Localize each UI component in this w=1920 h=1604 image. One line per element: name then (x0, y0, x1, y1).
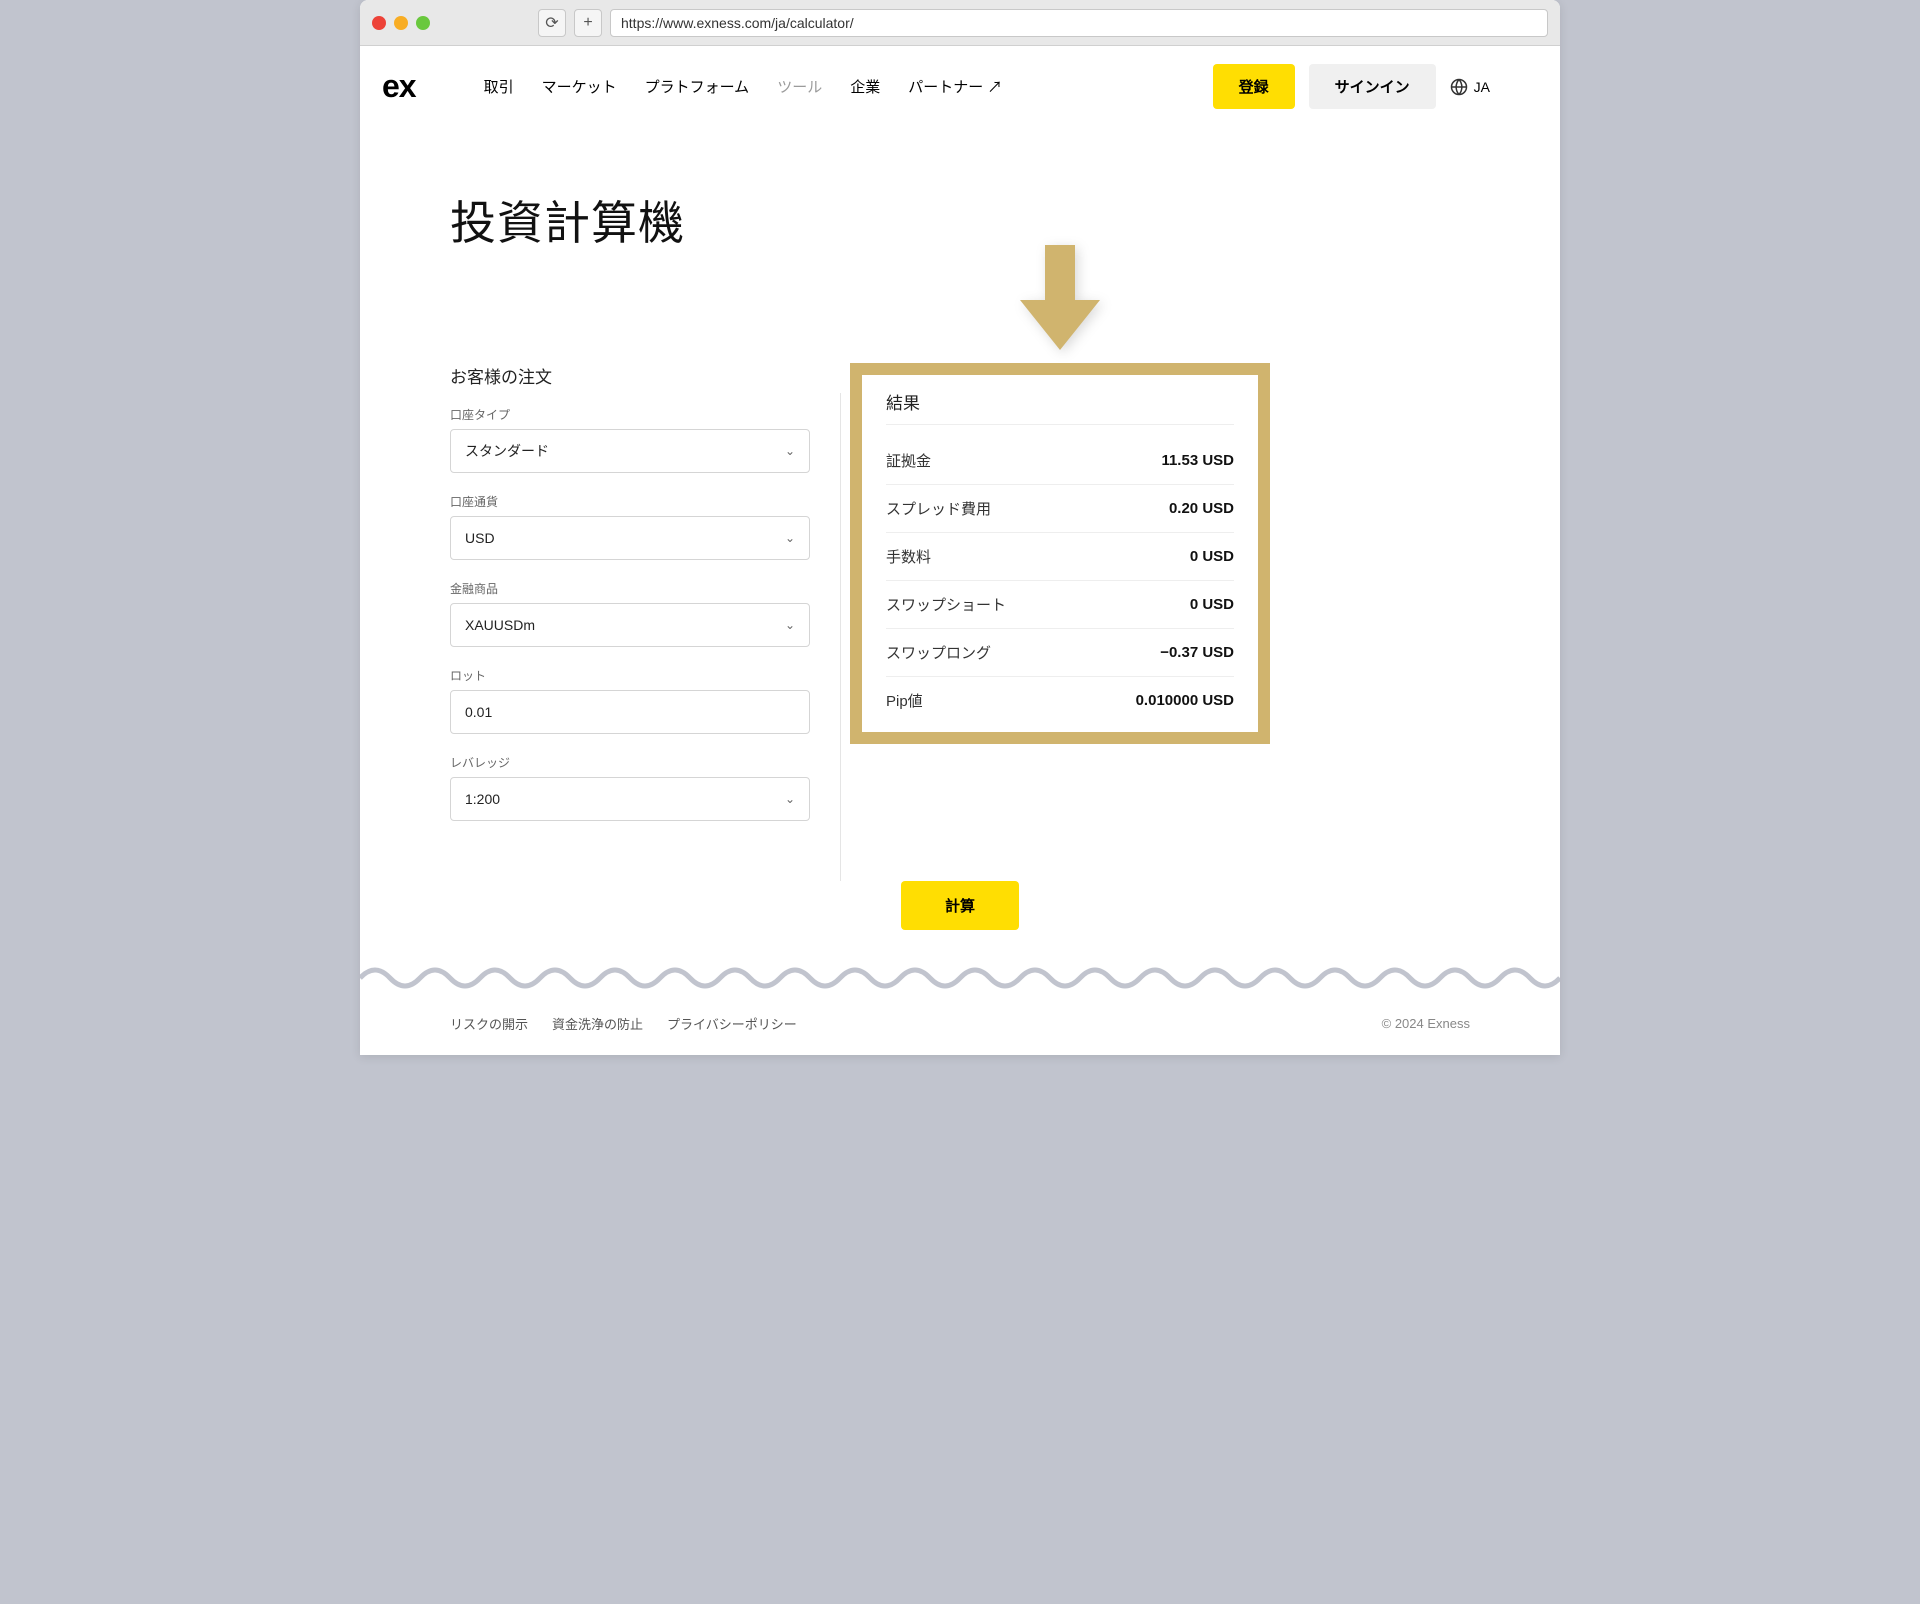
order-title: お客様の注文 (450, 363, 810, 388)
arrow-down-icon (1015, 245, 1105, 355)
nav-trading[interactable]: 取引 (484, 76, 514, 97)
main-nav: 取引 マーケット プラトフォーム ツール 企業 パートナー ↗ (484, 76, 1185, 97)
close-window-button[interactable] (372, 16, 386, 30)
language-picker[interactable]: JA (1450, 78, 1490, 96)
instrument-value: XAUUSDm (465, 617, 535, 633)
page-title: 投資計算機 (450, 187, 1470, 253)
result-label: スプレッド費用 (886, 498, 991, 519)
calculate-button[interactable]: 計算 (901, 881, 1019, 930)
footer-link-aml[interactable]: 資金洗浄の防止 (552, 1014, 643, 1033)
footer-links: リスクの開示 資金洗浄の防止 プライバシーポリシー (450, 1014, 797, 1033)
account-type-select[interactable]: スタンダード ⌄ (450, 429, 810, 473)
browser-chrome: ⟳ + (360, 0, 1560, 46)
reload-icon: ⟳ (545, 13, 558, 33)
chevron-down-icon: ⌄ (785, 444, 795, 458)
wavy-separator (360, 960, 1560, 996)
minimize-window-button[interactable] (394, 16, 408, 30)
lot-input[interactable]: 0.01 (450, 690, 810, 734)
footer-link-risk[interactable]: リスクの開示 (450, 1014, 528, 1033)
highlight-arrow (1015, 245, 1105, 360)
result-label: スワップショート (886, 594, 1006, 615)
result-value: 0 USD (1190, 596, 1234, 613)
result-value: 0.20 USD (1169, 500, 1234, 517)
leverage-value: 1:200 (465, 791, 500, 807)
result-row-margin: 証拠金 11.53 USD (886, 437, 1234, 485)
result-label: スワップロング (886, 642, 991, 663)
result-value: 0.010000 USD (1136, 692, 1234, 709)
nav-platforms[interactable]: プラトフォーム (645, 76, 750, 97)
logo[interactable]: ex (382, 68, 416, 105)
results-title: 結果 (886, 389, 1234, 425)
nav-markets[interactable]: マーケット (542, 76, 617, 97)
footer-link-privacy[interactable]: プライバシーポリシー (667, 1014, 797, 1033)
result-label: 手数料 (886, 546, 931, 567)
result-value: −0.37 USD (1160, 644, 1234, 661)
copyright: © 2024 Exness (1382, 1016, 1470, 1031)
header-actions: 登録 サインイン JA (1213, 64, 1490, 109)
chevron-down-icon: ⌄ (785, 531, 795, 545)
result-row-spread: スプレッド費用 0.20 USD (886, 485, 1234, 533)
language-label: JA (1474, 79, 1490, 95)
lot-label: ロット (450, 667, 810, 684)
reload-button[interactable]: ⟳ (538, 9, 566, 37)
currency-label: 口座通貨 (450, 493, 810, 510)
result-row-swap-short: スワップショート 0 USD (886, 581, 1234, 629)
lot-value: 0.01 (465, 704, 492, 720)
nav-tools[interactable]: ツール (777, 76, 822, 97)
nav-company[interactable]: 企業 (850, 76, 880, 97)
signin-button[interactable]: サインイン (1309, 64, 1436, 109)
result-row-pip: Pip値 0.010000 USD (886, 677, 1234, 724)
result-value: 11.53 USD (1161, 452, 1234, 469)
leverage-select[interactable]: 1:200 ⌄ (450, 777, 810, 821)
order-panel: お客様の注文 口座タイプ スタンダード ⌄ 口座通貨 USD ⌄ (450, 363, 810, 841)
chevron-down-icon: ⌄ (785, 792, 795, 806)
result-row-commission: 手数料 0 USD (886, 533, 1234, 581)
results-panel: 結果 証拠金 11.53 USD スプレッド費用 0.20 USD 手数料 0 … (850, 363, 1270, 744)
result-value: 0 USD (1190, 548, 1234, 565)
result-label: 証拠金 (886, 450, 931, 471)
new-tab-button[interactable]: + (574, 9, 602, 37)
globe-icon (1450, 78, 1468, 96)
instrument-label: 金融商品 (450, 580, 810, 597)
result-row-swap-long: スワップロング −0.37 USD (886, 629, 1234, 677)
leverage-label: レバレッジ (450, 754, 810, 771)
chevron-down-icon: ⌄ (785, 618, 795, 632)
window-controls (372, 16, 430, 30)
url-bar[interactable] (610, 9, 1548, 37)
account-type-label: 口座タイプ (450, 406, 810, 423)
vertical-divider (840, 393, 841, 881)
register-button[interactable]: 登録 (1213, 64, 1295, 109)
nav-partners[interactable]: パートナー ↗ (908, 76, 1002, 97)
account-type-value: スタンダード (465, 441, 549, 461)
maximize-window-button[interactable] (416, 16, 430, 30)
currency-value: USD (465, 530, 495, 546)
site-header: ex 取引 マーケット プラトフォーム ツール 企業 パートナー ↗ 登録 サイ… (360, 46, 1560, 127)
footer: リスクの開示 資金洗浄の防止 プライバシーポリシー © 2024 Exness (360, 996, 1560, 1055)
currency-select[interactable]: USD ⌄ (450, 516, 810, 560)
instrument-select[interactable]: XAUUSDm ⌄ (450, 603, 810, 647)
result-label: Pip値 (886, 690, 923, 711)
plus-icon: + (583, 14, 592, 32)
